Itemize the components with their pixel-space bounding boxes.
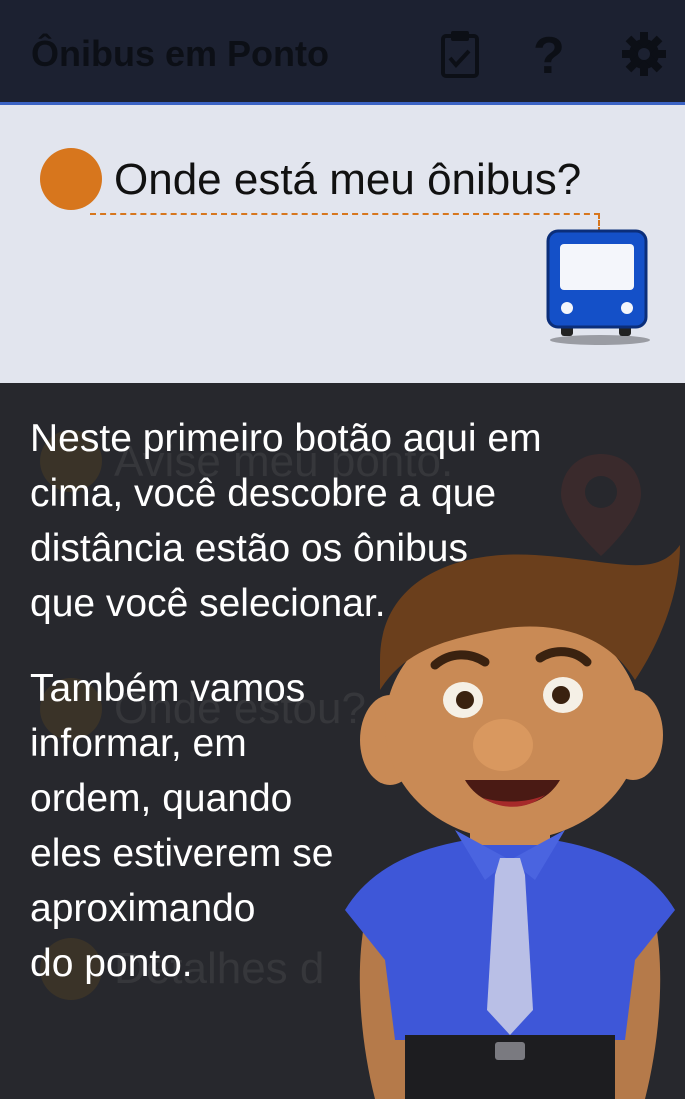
narration-paragraph-2: Também vamos informar, em ordem, quando … (30, 661, 430, 991)
bullet-dot (40, 148, 102, 210)
narration-line: informar, em (30, 722, 247, 765)
bus-icon[interactable] (545, 228, 651, 351)
narration-line: aproximando (30, 887, 256, 930)
narration-line: do ponto. (30, 942, 193, 985)
app-title: Ônibus em Ponto (31, 33, 330, 74)
app-bar: Ônibus em Ponto ? (0, 0, 685, 105)
settings-icon[interactable] (620, 30, 668, 83)
narration-line: Neste primeiro botão aqui em (30, 417, 542, 460)
narration-paragraph-1: Neste primeiro botão aqui em cima, você … (30, 411, 670, 631)
help-icon[interactable]: ? (533, 26, 565, 86)
narration-line: distância estão os ônibus (30, 527, 468, 570)
dashed-connector (90, 213, 600, 215)
narration-line: eles estiverem se (30, 832, 334, 875)
narration-line: ordem, quando (30, 777, 293, 820)
narration-line: que você selecionar. (30, 582, 386, 625)
narration-line: cima, você descobre a que (30, 472, 497, 515)
checklist-icon[interactable] (440, 30, 480, 83)
card-title: Onde está meu ônibus? (114, 155, 582, 204)
narration-line: Também vamos (30, 667, 306, 710)
